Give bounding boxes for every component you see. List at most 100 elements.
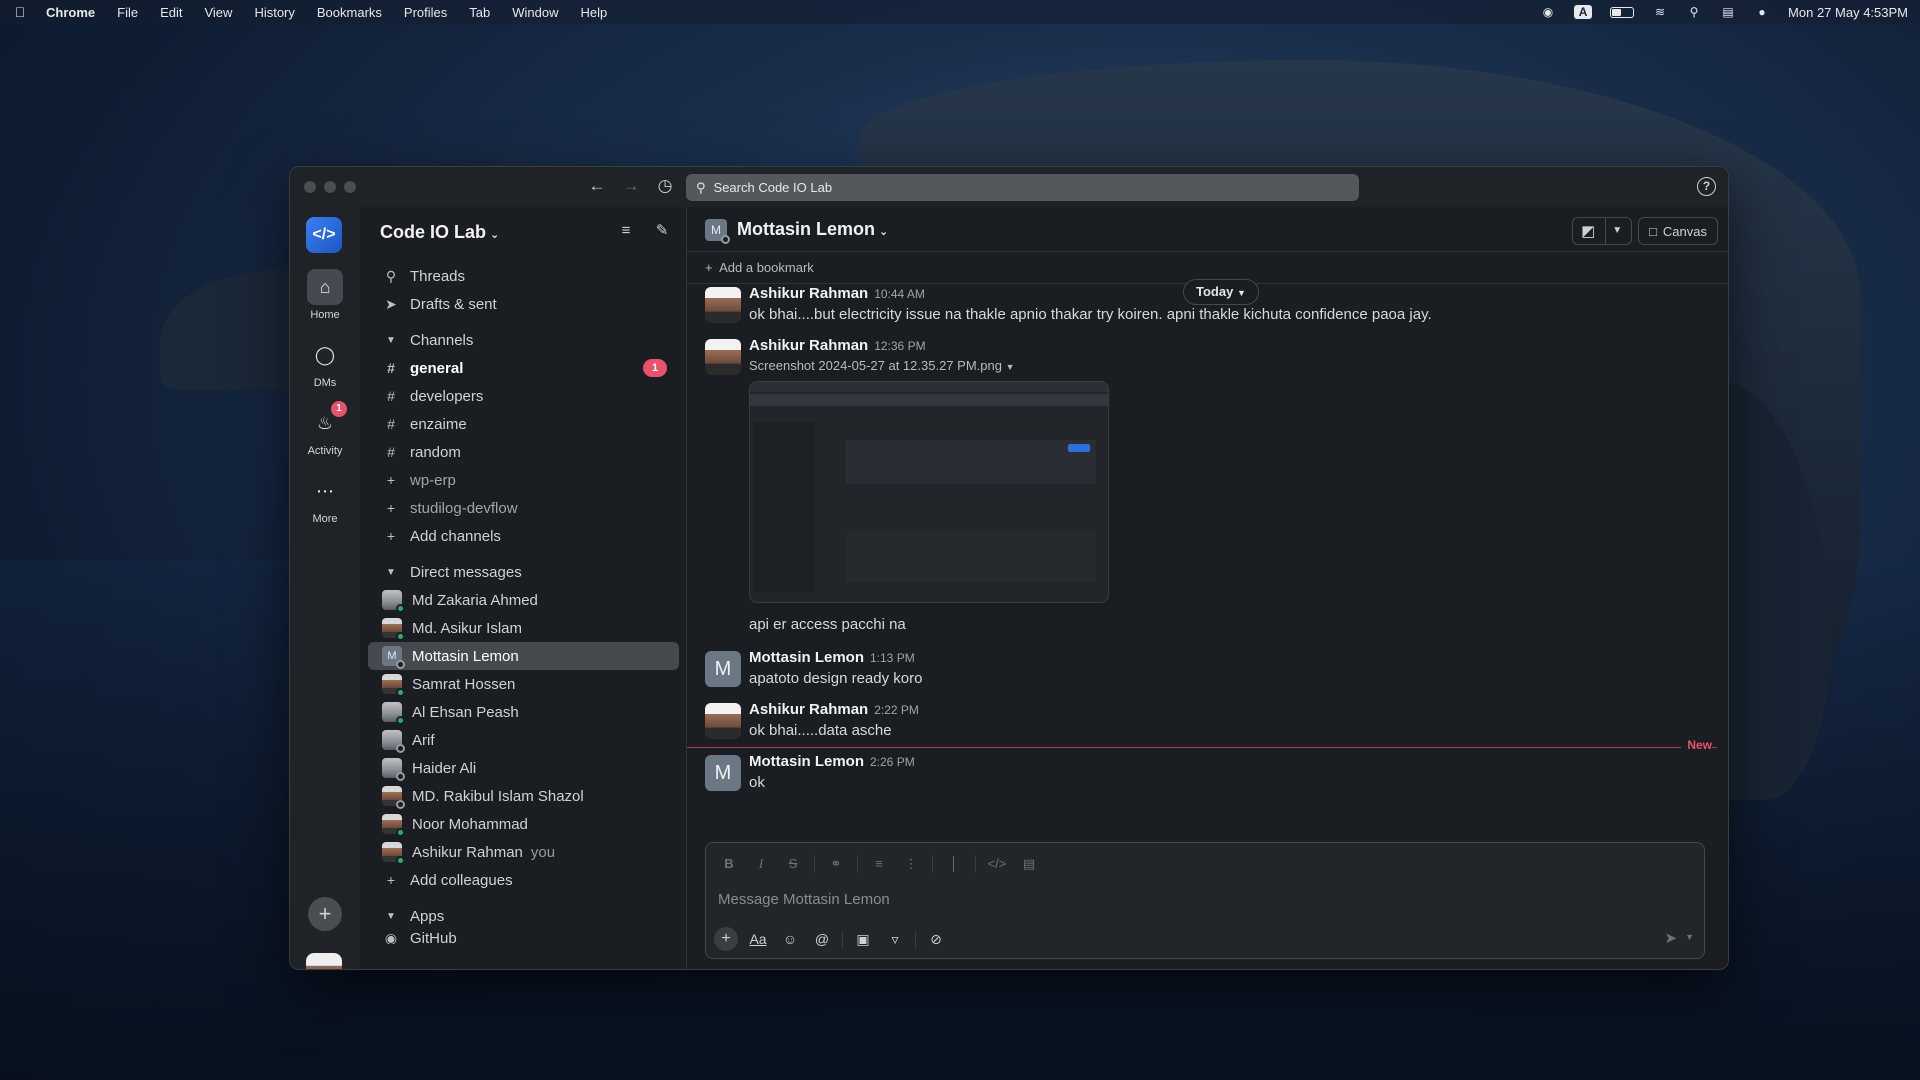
menu-profiles[interactable]: Profiles xyxy=(404,5,447,20)
input-source-icon[interactable]: A xyxy=(1574,5,1593,19)
filter-icon[interactable]: ≡ xyxy=(616,221,636,241)
sidebar-item-general[interactable]: # general 1 xyxy=(368,354,679,382)
bold-icon[interactable]: B xyxy=(718,853,740,875)
compose-icon[interactable]: ✎ xyxy=(652,221,672,241)
menu-bookmarks[interactable]: Bookmarks xyxy=(317,5,382,20)
history-clock-icon[interactable]: ◷ xyxy=(654,175,676,197)
workspace-name[interactable]: Code IO Lab ⌄ xyxy=(380,222,499,243)
message-author[interactable]: Ashikur Rahman xyxy=(749,701,868,718)
send-icon[interactable]: ➤ xyxy=(1665,929,1678,947)
dm-item[interactable]: Arif xyxy=(368,726,679,754)
message-time[interactable]: 1:13 PM xyxy=(870,651,915,665)
sidebar-item-studilog-devflow[interactable]: + studilog-devflow xyxy=(368,494,679,522)
attachment-filename[interactable]: Screenshot 2024-05-27 at 12.35.27 PM.png… xyxy=(749,358,1699,373)
huddle-button[interactable]: ◩ ▼ xyxy=(1572,217,1633,245)
video-clip-icon[interactable]: ▣ xyxy=(851,927,875,951)
message-time[interactable]: 2:22 PM xyxy=(874,703,919,717)
app-item-partial[interactable]: ◉ GitHub xyxy=(368,930,679,944)
menu-view[interactable]: View xyxy=(204,5,232,20)
avatar[interactable]: M xyxy=(705,755,741,791)
dm-item-self[interactable]: Ashikur Rahman you xyxy=(368,838,679,866)
sidebar-item-wp-erp[interactable]: + wp-erp xyxy=(368,466,679,494)
code-block-icon[interactable]: ▤ xyxy=(1018,853,1040,875)
screenshot-attachment[interactable] xyxy=(749,381,1109,603)
close-window-button[interactable] xyxy=(304,181,316,193)
code-icon[interactable]: </> xyxy=(986,853,1008,875)
message-author[interactable]: Ashikur Rahman xyxy=(749,285,868,302)
italic-icon[interactable]: I xyxy=(750,853,772,875)
avatar[interactable] xyxy=(705,339,741,375)
menu-history[interactable]: History xyxy=(254,5,294,20)
control-center-icon[interactable]: ▤ xyxy=(1720,5,1736,19)
add-workspace-button[interactable]: + xyxy=(308,897,342,931)
battery-icon[interactable] xyxy=(1610,6,1635,18)
avatar[interactable]: M xyxy=(705,651,741,687)
back-arrow-icon[interactable]: ← xyxy=(586,175,608,197)
add-colleagues-button[interactable]: + Add colleagues xyxy=(368,866,679,894)
message-time[interactable]: 10:44 AM xyxy=(874,287,925,301)
apple-menu-icon[interactable]:  xyxy=(12,4,28,20)
user-avatar[interactable] xyxy=(306,953,342,969)
date-divider-today[interactable]: Today ▼ xyxy=(1183,279,1259,305)
channel-title[interactable]: Mottasin Lemon ⌄ xyxy=(737,219,888,240)
siri-icon[interactable]: ● xyxy=(1754,5,1770,19)
sidebar-item-drafts[interactable]: ➤ Drafts & sent xyxy=(368,290,679,318)
attach-plus-icon[interactable]: + xyxy=(714,927,738,951)
slash-command-icon[interactable]: ⊘ xyxy=(924,927,948,951)
menu-app-chrome[interactable]: Chrome xyxy=(46,5,95,20)
link-icon[interactable]: ⚭ xyxy=(825,853,847,875)
blockquote-icon[interactable]: │ xyxy=(943,853,965,875)
dm-item[interactable]: Al Ehsan Peash xyxy=(368,698,679,726)
formatting-toggle-icon[interactable]: Aa xyxy=(746,927,770,951)
avatar[interactable] xyxy=(705,703,741,739)
message-time[interactable]: 2:26 PM xyxy=(870,755,915,769)
rail-home[interactable]: ⌂ Home xyxy=(290,269,360,321)
message-author[interactable]: Mottasin Lemon xyxy=(749,753,864,770)
avatar[interactable] xyxy=(705,287,741,323)
message-time[interactable]: 12:36 PM xyxy=(874,339,925,353)
message-input[interactable]: Message Mottasin Lemon xyxy=(718,891,890,908)
apps-section-header[interactable]: ▼ Apps xyxy=(368,902,679,930)
channels-section-header[interactable]: ▼ Channels xyxy=(368,326,679,354)
help-icon[interactable]: ? xyxy=(1697,177,1716,196)
strikethrough-icon[interactable]: S xyxy=(782,853,804,875)
screen-record-icon[interactable]: ◉ xyxy=(1540,5,1556,19)
spotlight-search-icon[interactable]: ⚲ xyxy=(1686,5,1702,19)
message-author[interactable]: Mottasin Lemon xyxy=(749,649,864,666)
ordered-list-icon[interactable]: ≡ xyxy=(868,853,890,875)
minimize-window-button[interactable] xyxy=(324,181,336,193)
menu-window[interactable]: Window xyxy=(512,5,558,20)
chevron-down-icon[interactable]: ▼ xyxy=(1605,218,1622,244)
microphone-icon[interactable]: ▿ xyxy=(883,927,907,951)
bulleted-list-icon[interactable]: ⋮ xyxy=(900,853,922,875)
chevron-down-icon[interactable]: ▼ xyxy=(1685,929,1694,947)
dm-item[interactable]: Md Zakaria Ahmed xyxy=(368,586,679,614)
rail-more[interactable]: ⋯ More xyxy=(290,473,360,525)
menu-file[interactable]: File xyxy=(117,5,138,20)
menu-help[interactable]: Help xyxy=(581,5,608,20)
zoom-window-button[interactable] xyxy=(344,181,356,193)
sidebar-item-developers[interactable]: # developers xyxy=(368,382,679,410)
mention-icon[interactable]: @ xyxy=(810,927,834,951)
sidebar-item-random[interactable]: # random xyxy=(368,438,679,466)
dm-item[interactable]: Md. Asikur Islam xyxy=(368,614,679,642)
emoji-icon[interactable]: ☺ xyxy=(778,927,802,951)
menu-edit[interactable]: Edit xyxy=(160,5,182,20)
dm-item-active[interactable]: M Mottasin Lemon xyxy=(368,642,679,670)
sidebar-item-enzaime[interactable]: # enzaime xyxy=(368,410,679,438)
menubar-clock[interactable]: Mon 27 May 4:53PM xyxy=(1788,5,1908,20)
canvas-button[interactable]: □ Canvas xyxy=(1638,217,1718,245)
message-author[interactable]: Ashikur Rahman xyxy=(749,337,868,354)
dm-item[interactable]: MD. Rakibul Islam Shazol xyxy=(368,782,679,810)
menu-tab[interactable]: Tab xyxy=(469,5,490,20)
search-bar[interactable]: ⚲ Search Code IO Lab xyxy=(686,174,1359,201)
dms-section-header[interactable]: ▼ Direct messages xyxy=(368,558,679,586)
rail-dms[interactable]: ◯ DMs xyxy=(290,337,360,389)
workspace-logo[interactable]: </> xyxy=(306,217,342,253)
add-channels-button[interactable]: + Add channels xyxy=(368,522,679,550)
forward-arrow-icon[interactable]: → xyxy=(620,175,642,197)
sidebar-item-threads[interactable]: ⚲ Threads xyxy=(368,262,679,290)
wifi-icon[interactable]: ≋ xyxy=(1652,5,1668,19)
dm-item[interactable]: Haider Ali xyxy=(368,754,679,782)
dm-item[interactable]: Samrat Hossen xyxy=(368,670,679,698)
